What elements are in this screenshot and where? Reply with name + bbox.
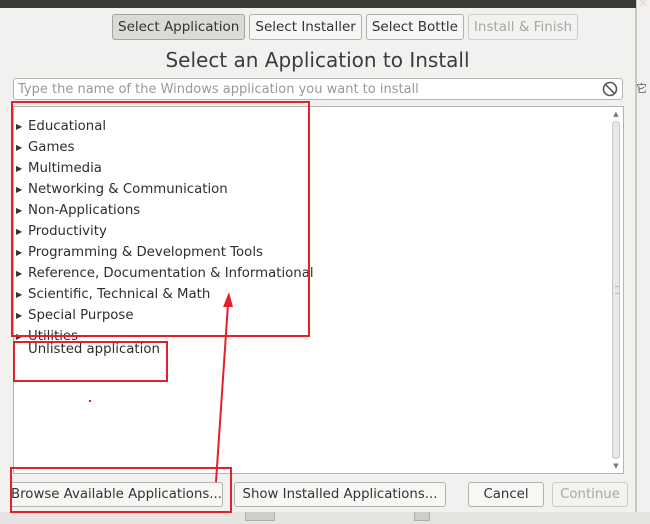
search-input[interactable] [14, 79, 598, 99]
step-select-installer[interactable]: Select Installer [249, 14, 362, 40]
step-select-application[interactable]: Select Application [112, 14, 246, 40]
continue-button: Continue [552, 482, 628, 507]
annotation-dot [89, 400, 91, 402]
wizard-steps: Select Application Select Installer Sele… [112, 14, 579, 40]
step-install-finish: Install & Finish [467, 14, 579, 40]
desktop-top-bar [0, 0, 650, 8]
cancel-button[interactable]: Cancel [468, 482, 544, 507]
scroll-up-icon[interactable]: ▲ [611, 109, 621, 119]
scrollbar-grip-icon [615, 286, 619, 294]
list-scrollbar[interactable]: ▲ ▼ [611, 109, 621, 471]
page-title: Select an Application to Install [165, 48, 470, 72]
search-field[interactable] [13, 78, 623, 100]
background-control [414, 512, 430, 521]
window-close-icon[interactable]: ✕ [636, 0, 650, 10]
scrollbar-thumb[interactable] [612, 121, 620, 459]
annotation-box-categories [11, 101, 310, 337]
desktop-background-strip [636, 0, 650, 524]
background-control [245, 512, 275, 521]
desktop-bottom-strip [0, 512, 650, 524]
clear-search-icon[interactable] [602, 81, 618, 97]
background-window-glyph: 它 [636, 82, 647, 95]
show-installed-button[interactable]: Show Installed Applications... [234, 482, 446, 507]
scroll-down-icon[interactable]: ▼ [611, 461, 621, 471]
step-select-bottle[interactable]: Select Bottle [365, 14, 464, 40]
annotation-box-unlisted [13, 341, 168, 382]
annotation-box-browse [10, 467, 232, 513]
